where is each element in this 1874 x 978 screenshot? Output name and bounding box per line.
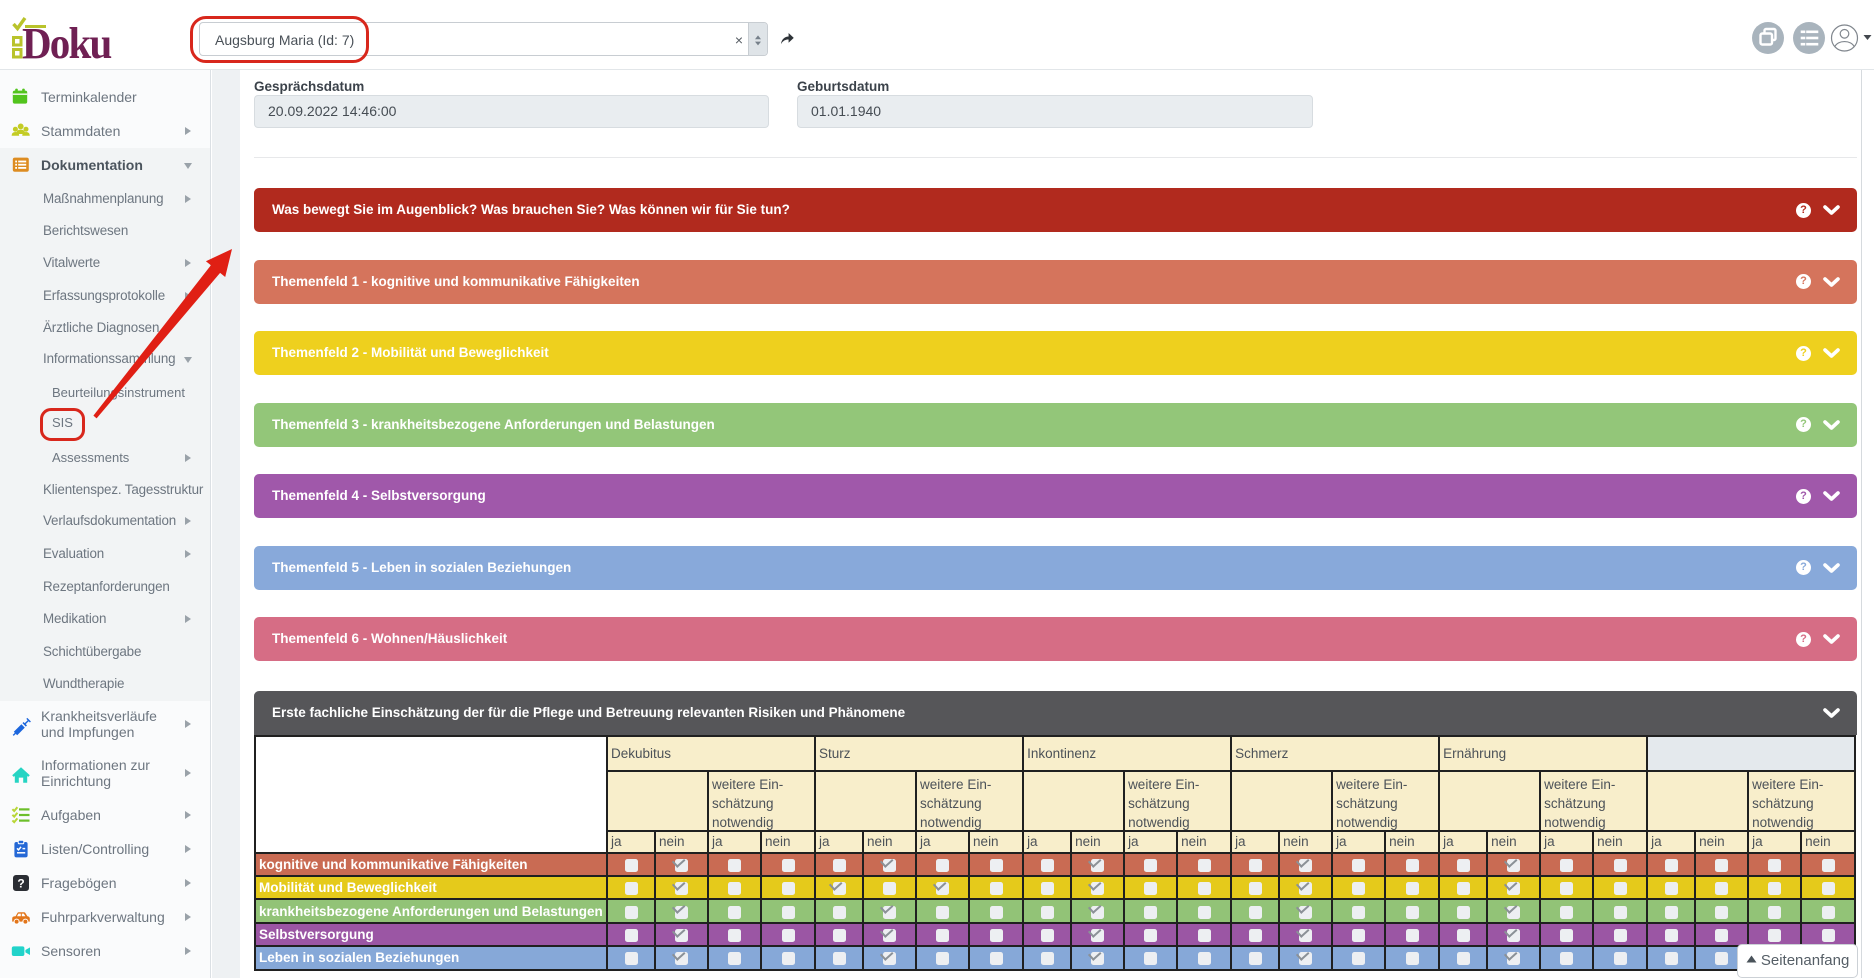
svg-text:?: ?	[17, 877, 24, 891]
